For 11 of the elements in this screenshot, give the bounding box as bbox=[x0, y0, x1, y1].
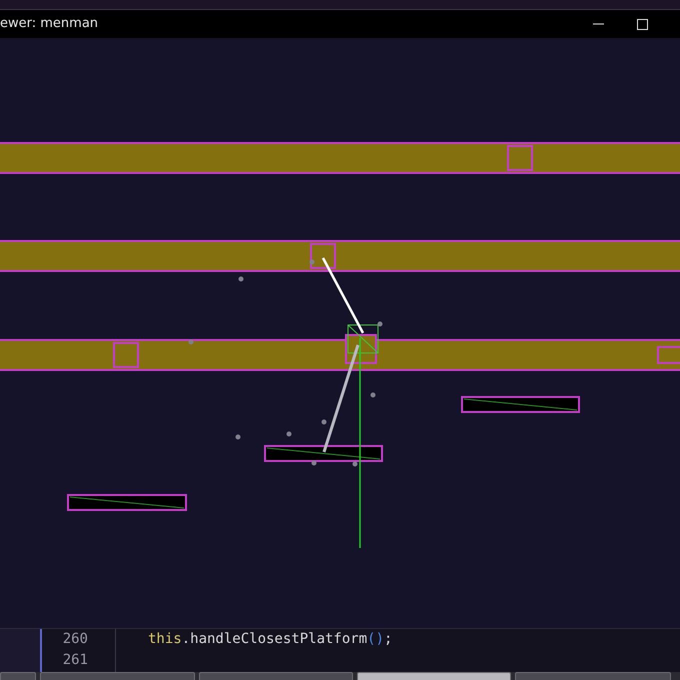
taskbar-tab[interactable] bbox=[515, 672, 671, 680]
maximize-icon bbox=[636, 18, 648, 30]
taskbar-tab[interactable] bbox=[199, 672, 353, 680]
taskbar-tab[interactable] bbox=[0, 672, 36, 680]
minimize-icon bbox=[592, 23, 604, 25]
window-title: ewer: menman bbox=[0, 15, 98, 34]
line-number: 260 bbox=[62, 630, 88, 649]
line-number: 261 bbox=[62, 651, 88, 670]
taskbar-tab[interactable] bbox=[357, 672, 511, 680]
code-line: this.handleClosestPlatform(); bbox=[148, 631, 392, 647]
taskbar-tab[interactable] bbox=[40, 672, 195, 680]
